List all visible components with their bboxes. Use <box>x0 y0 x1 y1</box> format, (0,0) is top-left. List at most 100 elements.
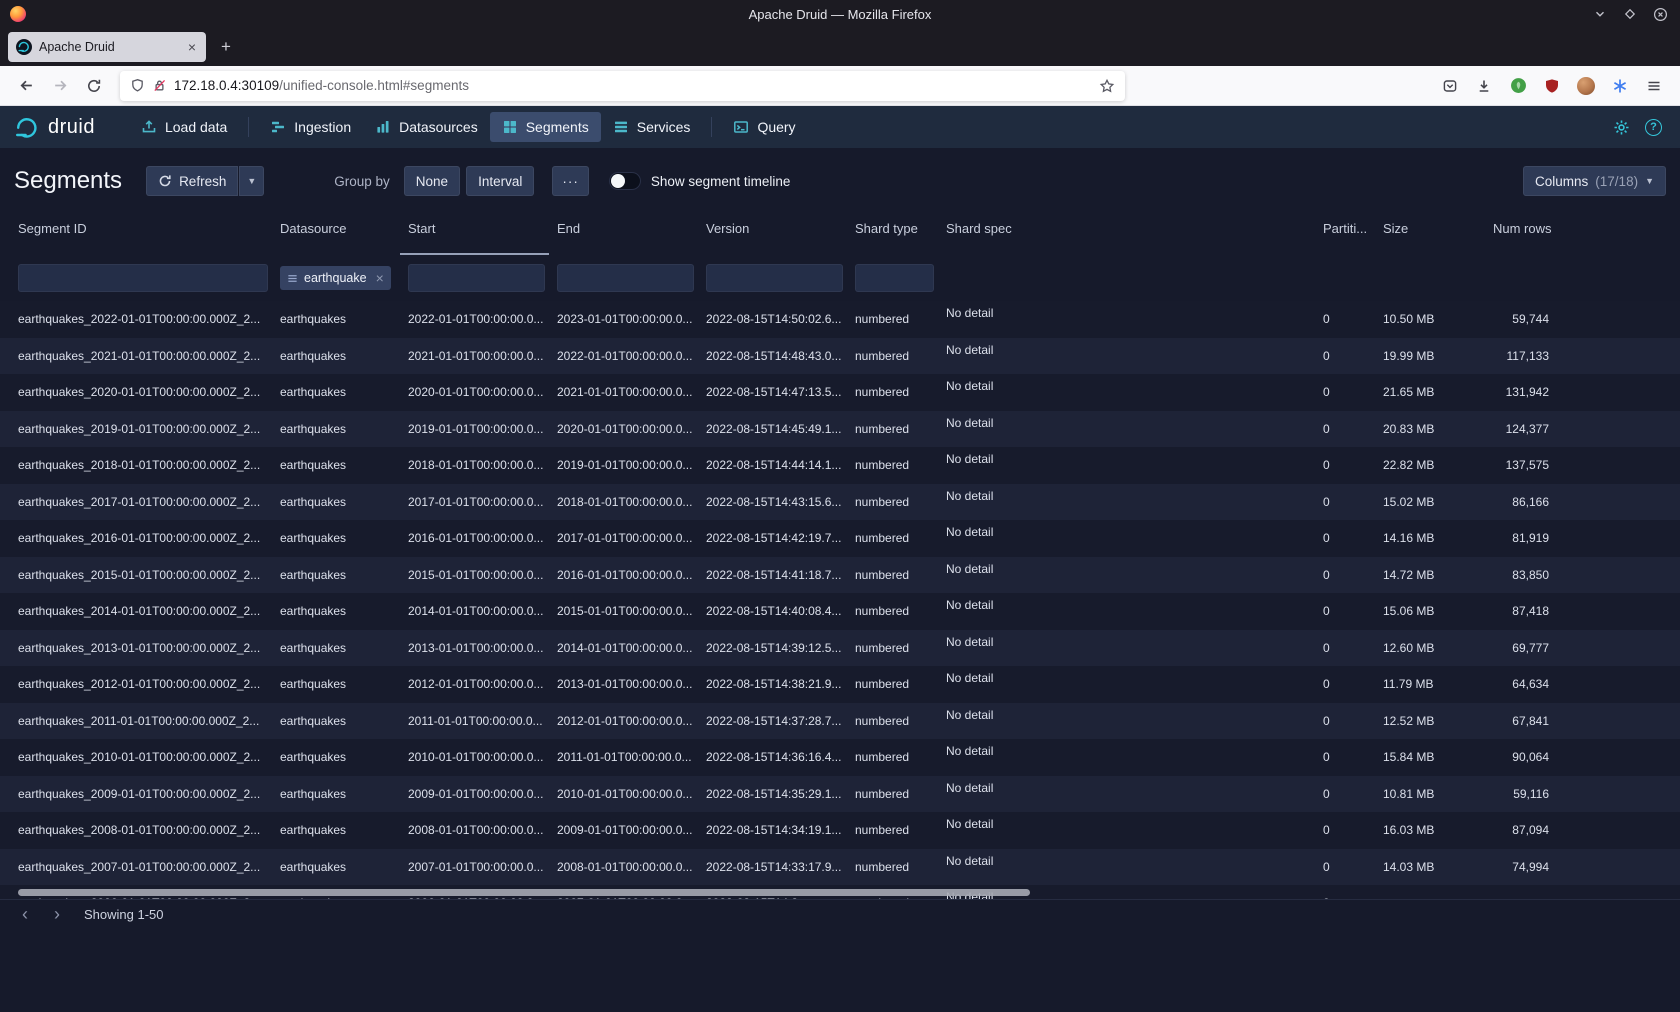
table-row[interactable]: earthquakes_2014-01-01T00:00:00.000Z_2..… <box>0 593 1680 630</box>
pagination-footer: ‹ › Showing 1-50 <box>0 899 1680 929</box>
table-row[interactable]: earthquakes_2021-01-01T00:00:00.000Z_2..… <box>0 338 1680 375</box>
table-row[interactable]: earthquakes_2016-01-01T00:00:00.000Z_2..… <box>0 520 1680 557</box>
prev-page-button[interactable]: ‹ <box>16 904 34 925</box>
columns-button[interactable]: Columns (17/18) ▼ <box>1523 166 1666 196</box>
url-bar[interactable]: 172.18.0.4:30109/unified-console.html#se… <box>120 71 1125 101</box>
group-by-interval-button[interactable]: Interval <box>466 166 534 196</box>
segments-icon <box>502 119 518 135</box>
pocket-icon[interactable] <box>1434 71 1466 101</box>
nav-load-data[interactable]: Load data <box>129 112 239 142</box>
table-row[interactable]: earthquakes_2013-01-01T00:00:00.000Z_2..… <box>0 630 1680 667</box>
table-row[interactable]: earthquakes_2010-01-01T00:00:00.000Z_2..… <box>0 739 1680 776</box>
col-header-shard-spec[interactable]: Shard spec <box>938 201 1315 255</box>
table-row[interactable]: earthquakes_2017-01-01T00:00:00.000Z_2..… <box>0 484 1680 521</box>
cell-segment-id: earthquakes_2020-01-01T00:00:00.000Z_2..… <box>10 385 272 399</box>
cell-version: 2022-08-15T14:35:29.1... <box>698 787 847 801</box>
cell-shard-type: numbered <box>847 896 938 899</box>
profile-avatar-icon[interactable] <box>1570 71 1602 101</box>
filter-version-input[interactable] <box>706 264 843 292</box>
refresh-button[interactable]: Refresh <box>146 166 238 196</box>
cell-num-rows: 90,064 <box>1485 750 1555 764</box>
window-minimize-icon[interactable] <box>1592 6 1608 22</box>
refresh-dropdown-button[interactable]: ▼ <box>239 166 264 196</box>
datasource-filter-chip[interactable]: earthquake × <box>280 266 391 290</box>
refresh-icon <box>158 174 172 188</box>
cell-segment-id: earthquakes_2015-01-01T00:00:00.000Z_2..… <box>10 568 272 582</box>
forward-button[interactable] <box>44 71 76 101</box>
toggle-knob <box>611 174 625 188</box>
col-header-end[interactable]: End <box>549 201 698 255</box>
cell-end: 2015-01-01T00:00:00.0... <box>549 604 698 618</box>
filter-shard-type-input[interactable] <box>855 264 934 292</box>
menu-hamburger-icon[interactable] <box>1638 71 1670 101</box>
col-header-shard-type[interactable]: Shard type <box>847 201 938 255</box>
ublock-extension-icon[interactable] <box>1536 71 1568 101</box>
nav-services[interactable]: Services <box>601 112 703 142</box>
horizontal-scrollbar-thumb[interactable] <box>18 889 1030 896</box>
nav-query[interactable]: Query <box>721 112 807 142</box>
reload-button[interactable] <box>78 71 110 101</box>
tab-close-icon[interactable]: × <box>186 39 198 55</box>
col-header-num-rows[interactable]: Num rows <box>1485 201 1555 255</box>
col-header-datasource[interactable]: Datasource <box>272 201 400 255</box>
table-row[interactable]: earthquakes_2019-01-01T00:00:00.000Z_2..… <box>0 411 1680 448</box>
col-header-size[interactable]: Size <box>1375 201 1485 255</box>
cell-version: 2022-08-15T14:40:08.4... <box>698 604 847 618</box>
query-icon <box>733 119 749 135</box>
table-row[interactable]: earthquakes_2015-01-01T00:00:00.000Z_2..… <box>0 557 1680 594</box>
nav-datasources[interactable]: Datasources <box>363 112 490 142</box>
table-row[interactable]: earthquakes_2008-01-01T00:00:00.000Z_2..… <box>0 812 1680 849</box>
table-row[interactable]: earthquakes_2007-01-01T00:00:00.000Z_2..… <box>0 849 1680 886</box>
druid-logo[interactable]: druid <box>14 115 95 139</box>
back-button[interactable] <box>10 71 42 101</box>
caret-down-icon: ▼ <box>1645 176 1654 186</box>
cell-partition: 0 <box>1315 860 1375 874</box>
more-options-button[interactable]: ··· <box>552 166 589 196</box>
filter-start-input[interactable] <box>408 264 545 292</box>
table-row[interactable]: earthquakes_2011-01-01T00:00:00.000Z_2..… <box>0 703 1680 740</box>
window-close-icon[interactable] <box>1652 6 1668 22</box>
table-row[interactable]: earthquakes_2022-01-01T00:00:00.000Z_2..… <box>0 301 1680 338</box>
cell-size: 12.52 MB <box>1375 714 1485 728</box>
table-row[interactable]: earthquakes_2009-01-01T00:00:00.000Z_2..… <box>0 776 1680 813</box>
table-row[interactable]: earthquakes_2020-01-01T00:00:00.000Z_2..… <box>0 374 1680 411</box>
chip-remove-icon[interactable]: × <box>373 270 387 286</box>
cell-partition: 0 <box>1315 568 1375 582</box>
table-row[interactable]: earthquakes_2012-01-01T00:00:00.000Z_2..… <box>0 666 1680 703</box>
col-header-partition[interactable]: Partiti... <box>1315 201 1375 255</box>
browser-toolbar: 172.18.0.4:30109/unified-console.html#se… <box>0 66 1680 106</box>
group-by-none-button[interactable]: None <box>404 166 460 196</box>
cell-partition: 0 <box>1315 458 1375 472</box>
next-page-button[interactable]: › <box>48 904 66 925</box>
extension-green-icon[interactable] <box>1502 71 1534 101</box>
bookmark-star-icon[interactable] <box>1099 78 1115 94</box>
tracking-protection-shield-icon[interactable] <box>130 78 145 93</box>
cell-size: 15.02 MB <box>1375 495 1485 509</box>
table-header-row: Segment ID Datasource Start End Version … <box>0 201 1680 255</box>
filter-segment-id-input[interactable] <box>18 264 268 292</box>
cell-shard-type: numbered <box>847 714 938 728</box>
segment-timeline-toggle[interactable] <box>609 172 641 190</box>
cell-start: 2015-01-01T00:00:00.0... <box>400 568 549 582</box>
cell-version: 2022-08-15T14:47:13.5... <box>698 385 847 399</box>
cell-partition: 0 <box>1315 495 1375 509</box>
cell-num-rows: 64,634 <box>1485 677 1555 691</box>
window-maximize-icon[interactable] <box>1622 6 1638 22</box>
downloads-icon[interactable] <box>1468 71 1500 101</box>
nav-segments[interactable]: Segments <box>490 112 601 142</box>
cell-version: 2022-08-15T14:38:21.9... <box>698 677 847 691</box>
col-header-segment-id[interactable]: Segment ID <box>10 201 272 255</box>
help-icon[interactable]: ? <box>1645 119 1662 136</box>
new-tab-button[interactable]: + <box>212 33 240 61</box>
col-header-version[interactable]: Version <box>698 201 847 255</box>
col-header-start[interactable]: Start <box>400 201 549 255</box>
settings-gear-icon[interactable] <box>1613 119 1630 136</box>
filter-end-input[interactable] <box>557 264 694 292</box>
browser-tab-apache-druid[interactable]: Apache Druid × <box>8 32 206 62</box>
cell-partition: 0 <box>1315 750 1375 764</box>
connection-not-secure-lock-icon[interactable] <box>152 78 167 93</box>
nav-ingestion[interactable]: Ingestion <box>258 112 363 142</box>
extension-blue-icon[interactable] <box>1604 71 1636 101</box>
cell-shard-spec: No detail <box>938 447 1315 484</box>
table-row[interactable]: earthquakes_2018-01-01T00:00:00.000Z_2..… <box>0 447 1680 484</box>
